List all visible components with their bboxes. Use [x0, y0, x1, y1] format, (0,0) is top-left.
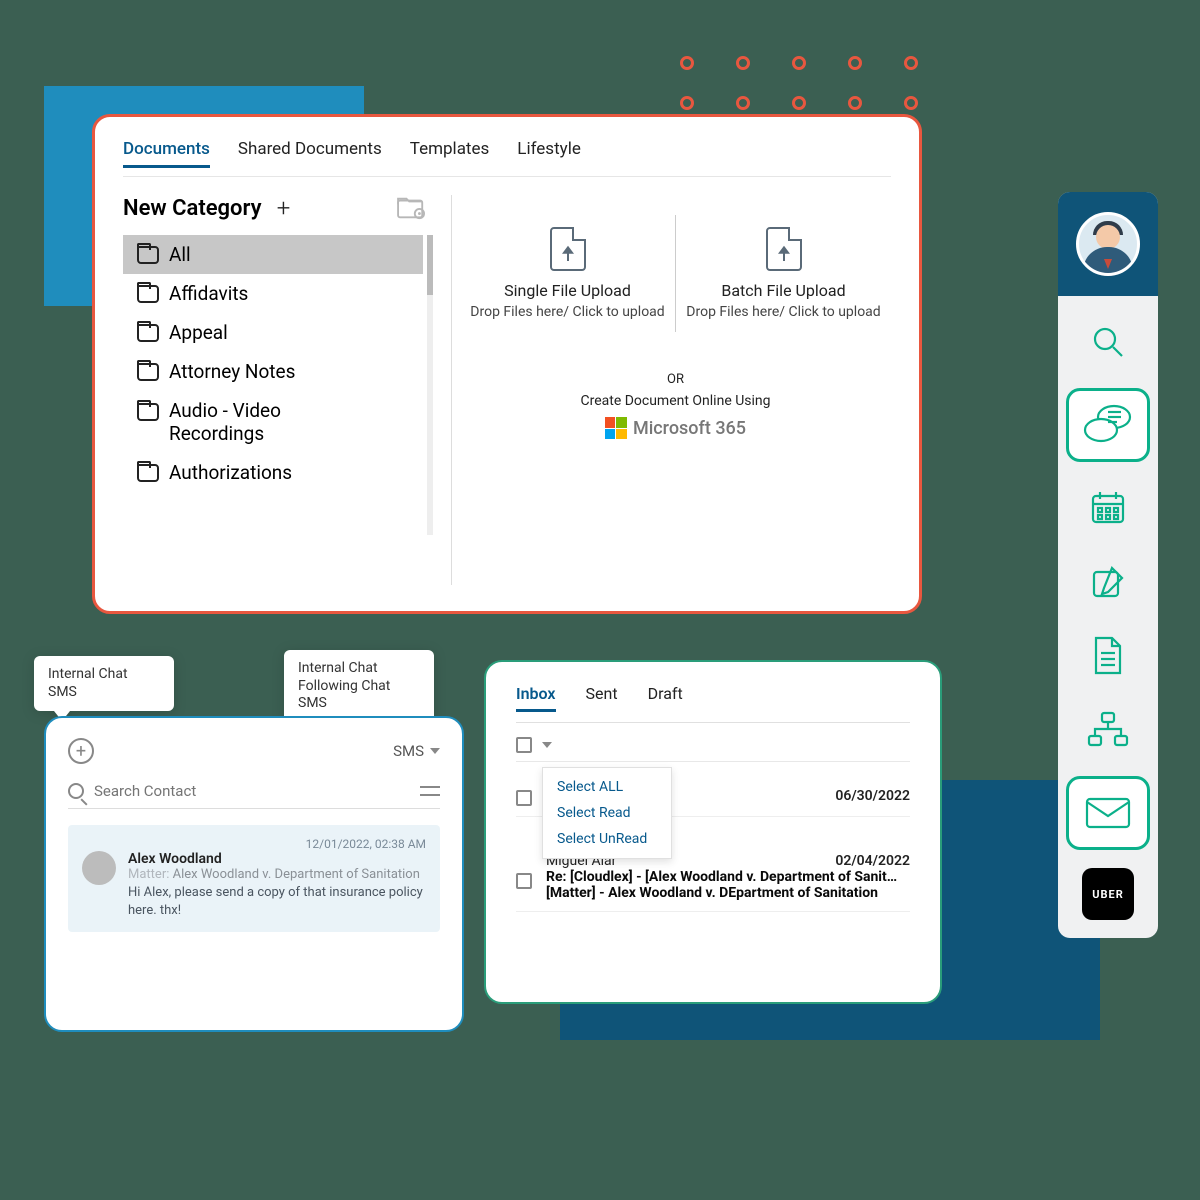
- upload-batch-icon: [766, 227, 802, 281]
- inbox-tabs: Inbox Sent Draft: [516, 684, 910, 723]
- search-icon: [68, 783, 84, 799]
- sidebar-workflow[interactable]: [1078, 702, 1138, 758]
- workflow-icon: [1086, 710, 1130, 750]
- single-upload-sub: Drop Files here/ Click to upload: [470, 304, 664, 320]
- inbox-card: Inbox Sent Draft Select ALL Select Read …: [484, 660, 942, 1004]
- documents-card: Documents Shared Documents Templates Lif…: [92, 114, 922, 614]
- tab-lifestyle[interactable]: Lifestyle: [517, 139, 581, 168]
- batch-upload-sub: Drop Files here/ Click to upload: [686, 304, 880, 320]
- select-dropdown-toggle[interactable]: [542, 742, 552, 748]
- chevron-down-icon: [430, 748, 440, 754]
- single-upload-title: Single File Upload: [504, 281, 631, 300]
- sidebar-search[interactable]: [1078, 314, 1138, 370]
- sidebar-calendar[interactable]: [1078, 480, 1138, 536]
- chat-card: + SMS 12/01/2022, 02:38 AM Alex Woodland…: [44, 716, 464, 1032]
- category-authorizations[interactable]: Authorizations: [123, 453, 423, 492]
- mail-icon: [1081, 792, 1135, 834]
- microsoft-365-button[interactable]: Microsoft 365: [605, 417, 746, 439]
- category-column: New Category + All Affidavits Appeal Att…: [123, 195, 433, 585]
- single-file-upload[interactable]: Single File Upload Drop Files here/ Clic…: [460, 215, 675, 332]
- mail-checkbox[interactable]: [516, 790, 532, 806]
- mail-date: 06/30/2022: [835, 788, 910, 804]
- category-list: All Affidavits Appeal Attorney Notes Aud…: [123, 235, 423, 535]
- tab-documents[interactable]: Documents: [123, 139, 210, 168]
- search-contact-input[interactable]: [94, 782, 410, 800]
- chat-icon: [1081, 400, 1135, 450]
- search-icon: [1088, 322, 1128, 362]
- sidebar-chat[interactable]: [1066, 388, 1150, 462]
- category-audio-video[interactable]: Audio - Video Recordings: [123, 391, 423, 453]
- category-all[interactable]: All: [123, 235, 423, 274]
- dropdown-select-read[interactable]: Select Read: [543, 800, 671, 826]
- avatar-icon: [1076, 212, 1140, 276]
- create-online-text: Create Document Online Using: [580, 393, 770, 409]
- tooltip-internal-chat-sms: Internal Chat SMS: [34, 656, 174, 711]
- ms365-text: Microsoft 365: [633, 418, 746, 439]
- folder-icon: [137, 363, 159, 381]
- sidebar-document[interactable]: [1078, 628, 1138, 684]
- message-text: Hi Alex, please send a copy of that insu…: [128, 884, 426, 920]
- or-text: OR: [667, 372, 684, 387]
- batch-upload-title: Batch File Upload: [721, 281, 845, 300]
- mail-subject: Re: [Cloudlex] - [Alex Woodland v. Depar…: [546, 869, 906, 885]
- tooltip-internal-following-sms: Internal Chat Following Chat SMS: [284, 650, 434, 723]
- calendar-icon: [1088, 488, 1128, 528]
- folder-icon: [137, 464, 159, 482]
- sidebar-mail[interactable]: [1066, 776, 1150, 850]
- new-category-label: New Category: [123, 196, 262, 221]
- tab-inbox[interactable]: Inbox: [516, 684, 556, 712]
- message-time: 12/01/2022, 02:38 AM: [82, 837, 426, 851]
- folder-icon: [137, 403, 159, 421]
- folder-icon: [137, 324, 159, 342]
- message-sender: Alex Woodland: [128, 851, 426, 867]
- select-all-checkbox[interactable]: [516, 737, 532, 753]
- add-category-icon[interactable]: +: [274, 198, 294, 218]
- compose-icon: [1088, 562, 1128, 602]
- category-attorney-notes[interactable]: Attorney Notes: [123, 352, 423, 391]
- chat-message[interactable]: 12/01/2022, 02:38 AM Alex Woodland Matte…: [68, 825, 440, 932]
- tab-draft[interactable]: Draft: [648, 684, 683, 712]
- filter-icon[interactable]: [420, 784, 440, 798]
- select-dropdown: Select ALL Select Read Select UnRead: [542, 767, 672, 859]
- new-chat-button[interactable]: +: [68, 738, 94, 764]
- right-sidebar: UBER: [1058, 192, 1158, 938]
- sidebar-compose[interactable]: [1078, 554, 1138, 610]
- mail-checkbox[interactable]: [516, 873, 532, 889]
- docs-tabs: Documents Shared Documents Templates Lif…: [123, 139, 891, 177]
- tab-shared-documents[interactable]: Shared Documents: [238, 139, 382, 168]
- tab-templates[interactable]: Templates: [410, 139, 490, 168]
- folder-settings-icon[interactable]: [397, 195, 427, 221]
- sidebar-uber[interactable]: UBER: [1082, 868, 1134, 920]
- category-affidavits[interactable]: Affidavits: [123, 274, 423, 313]
- upload-file-icon: [550, 227, 586, 271]
- dropdown-select-unread[interactable]: Select UnRead: [543, 826, 671, 852]
- mail-detail: [Matter] - Alex Woodland v. DEpartment o…: [546, 885, 906, 901]
- avatar: [82, 851, 116, 885]
- sidebar-avatar[interactable]: [1058, 192, 1158, 296]
- folder-icon: [137, 246, 159, 264]
- message-matter: Matter: Alex Woodland v. Department of S…: [128, 867, 426, 882]
- sms-dropdown[interactable]: SMS: [393, 742, 440, 760]
- folder-icon: [137, 285, 159, 303]
- tab-sent[interactable]: Sent: [586, 684, 618, 712]
- upload-column: Single File Upload Drop Files here/ Clic…: [451, 195, 891, 585]
- mail-date: 02/04/2022: [835, 853, 910, 869]
- microsoft-logo-icon: [605, 417, 627, 439]
- category-appeal[interactable]: Appeal: [123, 313, 423, 352]
- category-scrollbar[interactable]: [427, 235, 433, 535]
- batch-file-upload[interactable]: Batch File Upload Drop Files here/ Click…: [675, 215, 891, 332]
- dropdown-select-all[interactable]: Select ALL: [543, 774, 671, 800]
- document-icon: [1090, 635, 1126, 677]
